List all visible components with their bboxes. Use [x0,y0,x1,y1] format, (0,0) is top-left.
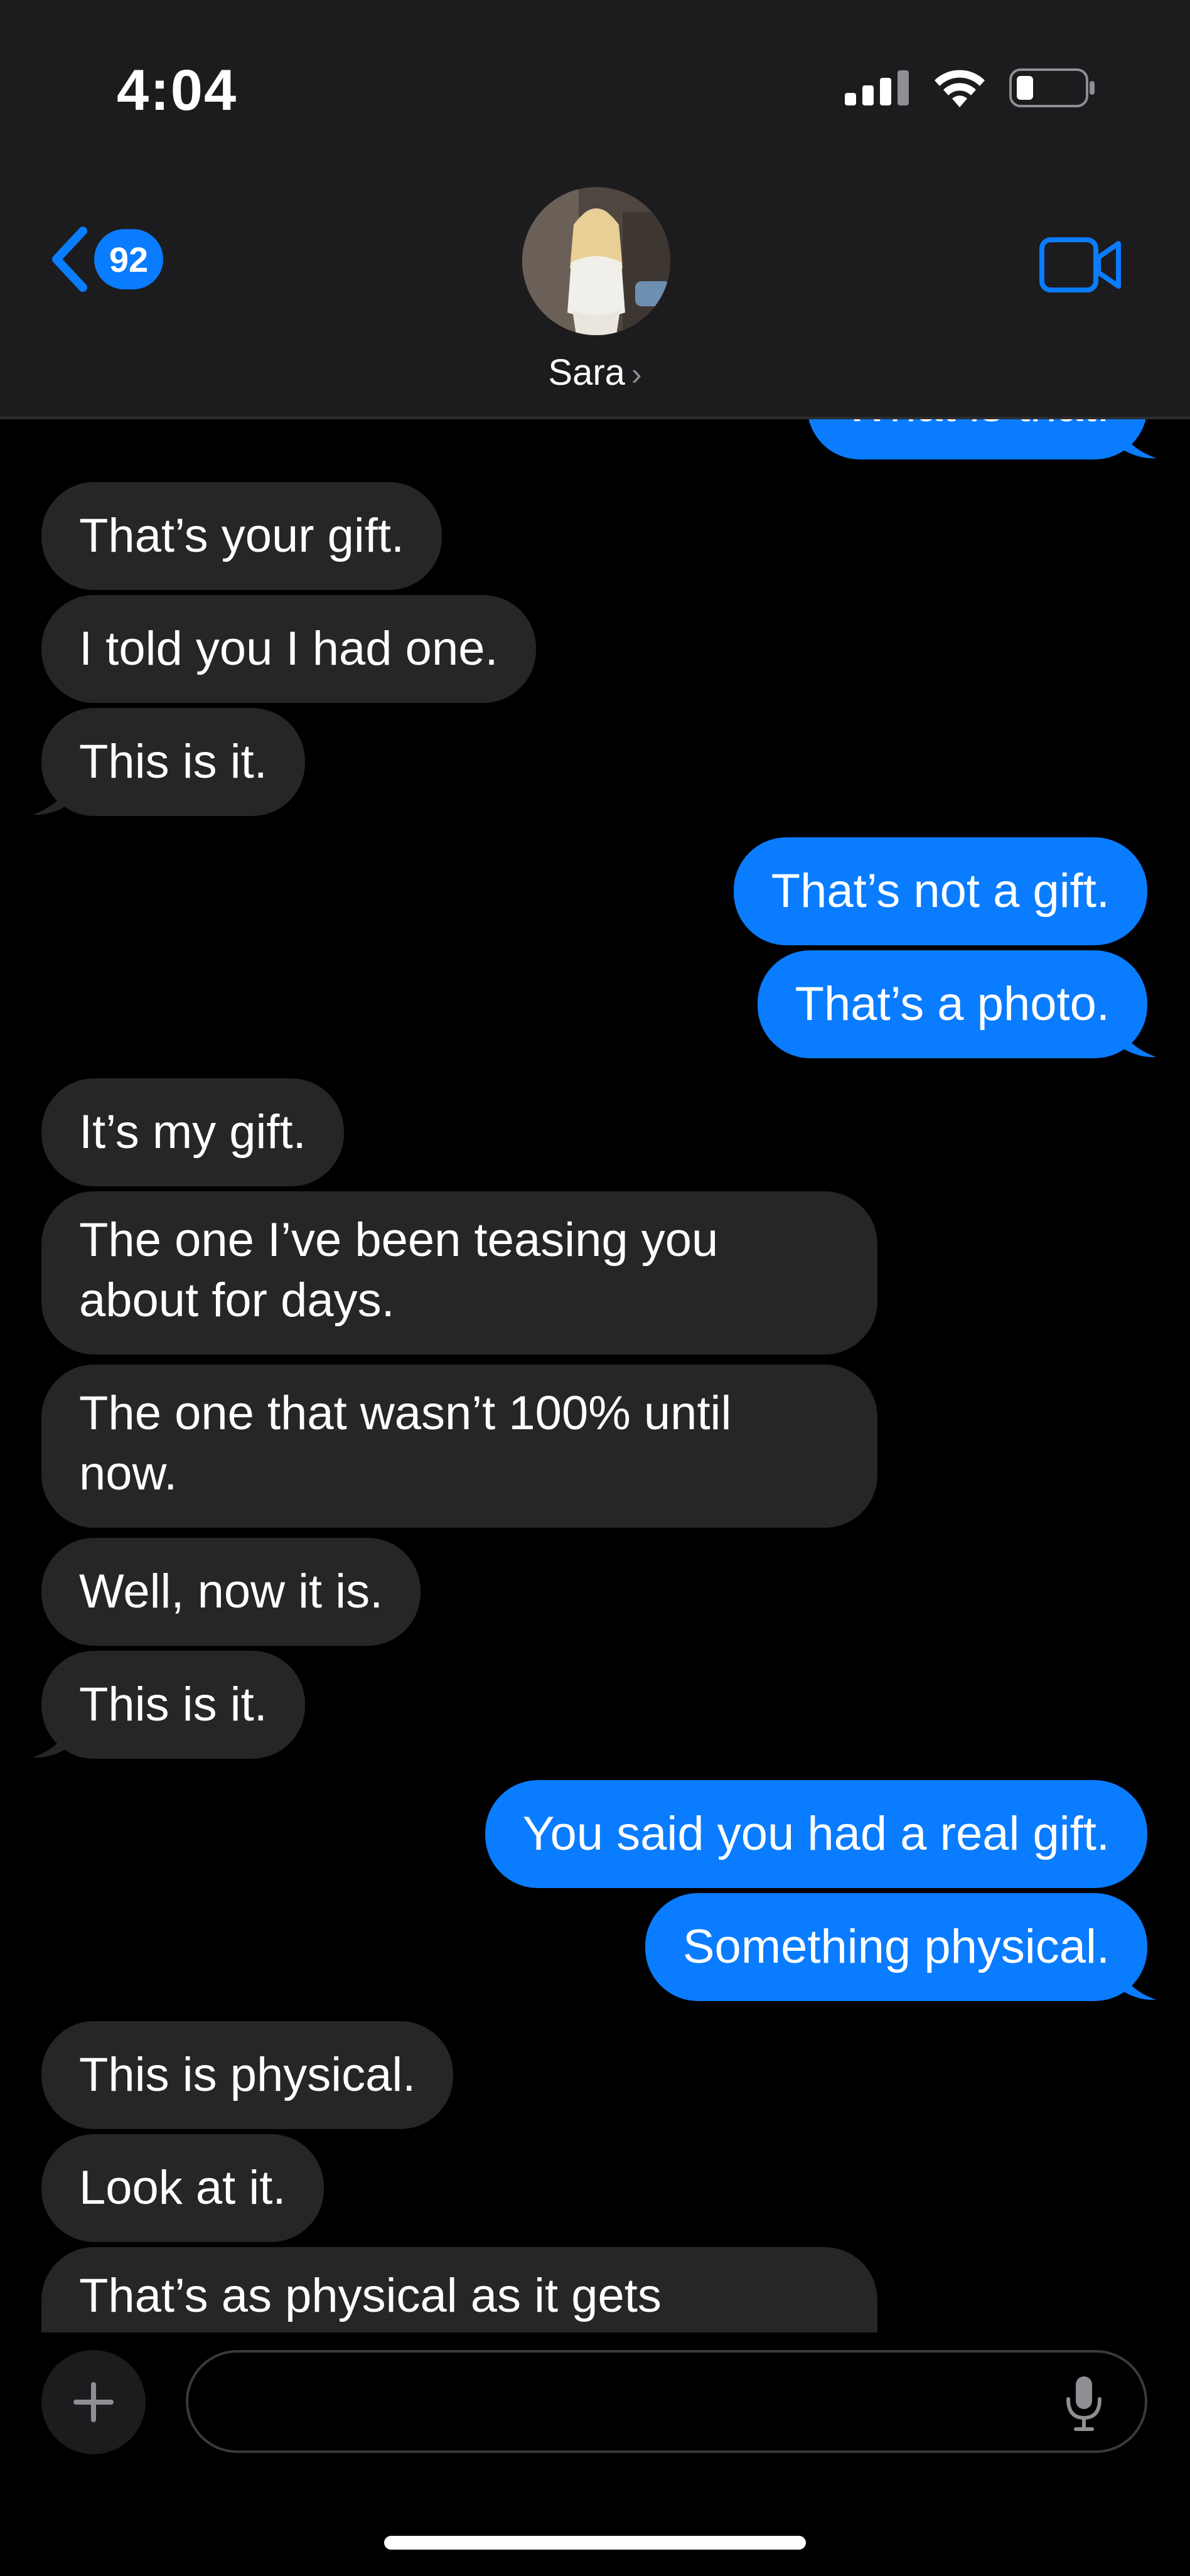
back-button[interactable]: 92 [49,226,163,292]
plus-icon [73,2382,114,2422]
status-time: 4:04 [117,58,238,122]
message-bubble-incoming[interactable]: It’s my gift. [41,1078,344,1186]
message-bubble-incoming[interactable]: I told you I had one. [41,595,536,703]
bubble-tail [33,778,70,815]
message-bubble-incoming[interactable]: This is it. [41,708,305,816]
message-bubble-incoming[interactable]: This is it. [41,1651,305,1759]
unread-count-badge: 92 [94,229,163,289]
home-indicator[interactable] [384,2536,806,2550]
battery-icon [1009,68,1095,107]
wifi-icon [935,70,985,107]
message-bubble-outgoing[interactable]: That’s not a gift. [733,837,1147,945]
message-bubble-outgoing[interactable]: You said you had a real gift. [485,1780,1147,1888]
message-bubble-incoming[interactable]: Look at it. [41,2134,324,2242]
contact-name-button[interactable]: Sara › [0,352,1190,394]
message-bubble-outgoing[interactable]: That’s a photo. [757,950,1147,1058]
status-icons [845,65,1096,110]
message-bubble-incoming[interactable]: The one that wasn’t 100% until now. [41,1365,877,1528]
message-bubble-incoming[interactable]: This is physical. [41,2021,454,2129]
bubble-tail [1118,422,1156,459]
video-call-button[interactable] [1039,236,1122,297]
back-chevron-icon [52,227,87,292]
contact-name: Sara [548,352,625,393]
bubble-tail [33,1721,70,1758]
contact-avatar[interactable] [522,187,670,335]
avatar-photo [522,187,670,335]
bubble-tail [1118,1963,1156,2000]
conversation-header: 4:04 92 Sara › [0,0,1190,419]
video-camera-icon [1039,237,1121,292]
message-bubble-incoming[interactable]: The one I’ve been teasing you about for … [41,1191,877,1355]
message-bubble-outgoing[interactable]: Something physical. [645,1893,1147,2001]
message-bubble-incoming[interactable]: That’s as physical as it gets [41,2247,877,2332]
message-input[interactable] [186,2350,1147,2453]
message-bubble-incoming[interactable]: That’s your gift. [41,482,442,590]
signal-icon [845,70,909,105]
message-bubble-incoming[interactable]: Well, now it is. [41,1538,421,1646]
bubble-tail [1118,1021,1156,1058]
microphone-icon[interactable] [1066,2375,1102,2432]
chevron-right-icon: › [631,357,642,392]
add-attachment-button[interactable] [41,2350,146,2454]
